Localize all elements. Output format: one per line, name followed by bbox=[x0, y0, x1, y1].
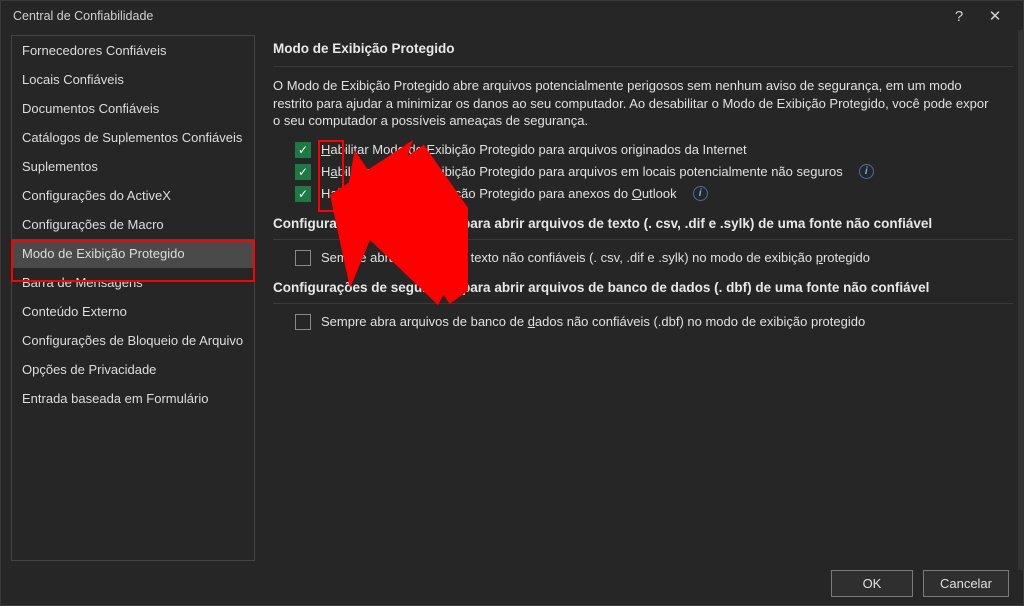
checkbox-checked-icon[interactable] bbox=[295, 142, 311, 158]
checkbox-unchecked-icon[interactable] bbox=[295, 314, 311, 330]
ok-button[interactable]: OK bbox=[831, 570, 913, 597]
db-files-option[interactable]: Sempre abra arquivos de banco de dados n… bbox=[295, 314, 1013, 330]
dialog-body: Fornecedores ConfiáveisLocais Confiáveis… bbox=[1, 31, 1023, 561]
option-label: Habilitar Modo de Exibição Protegido par… bbox=[321, 142, 747, 157]
sidebar-item[interactable]: Documentos Confiáveis bbox=[12, 94, 254, 123]
sidebar: Fornecedores ConfiáveisLocais Confiáveis… bbox=[11, 35, 255, 561]
scrollbar-track[interactable] bbox=[1018, 30, 1024, 570]
protected-view-option[interactable]: Habilitar Modo de Exibição Protegido par… bbox=[295, 142, 1013, 158]
dialog-title: Central de Confiabilidade bbox=[13, 9, 941, 23]
cancel-button[interactable]: Cancelar bbox=[923, 570, 1009, 597]
sidebar-item[interactable]: Modo de Exibição Protegido bbox=[12, 239, 254, 268]
section-description: O Modo de Exibição Protegido abre arquiv… bbox=[273, 77, 993, 130]
divider bbox=[273, 303, 1013, 304]
close-button[interactable]: ✕ bbox=[977, 7, 1013, 25]
section-heading: Modo de Exibição Protegido bbox=[273, 41, 1013, 56]
sidebar-item[interactable]: Opções de Privacidade bbox=[12, 355, 254, 384]
text-files-option-label: Sempre abra arquivos de texto não confiá… bbox=[321, 250, 870, 265]
sidebar-item[interactable]: Entrada baseada em Formulário bbox=[12, 384, 254, 413]
option-label: Habilitar Modo de Exibição Protegido par… bbox=[321, 164, 843, 179]
sidebar-item[interactable]: Conteúdo Externo bbox=[12, 297, 254, 326]
sidebar-item[interactable]: Configurações do ActiveX bbox=[12, 181, 254, 210]
info-icon[interactable] bbox=[693, 186, 708, 201]
db-files-heading: Configurações de segurança para abrir ar… bbox=[273, 280, 1013, 295]
dialog-footer: OK Cancelar bbox=[1, 561, 1023, 605]
sidebar-item[interactable]: Catálogos de Suplementos Confiáveis bbox=[12, 123, 254, 152]
sidebar-item[interactable]: Configurações de Bloqueio de Arquivo bbox=[12, 326, 254, 355]
help-button[interactable]: ? bbox=[941, 8, 977, 25]
checkbox-checked-icon[interactable] bbox=[295, 164, 311, 180]
protected-view-option[interactable]: Habilitar Modo de Exibição Protegido par… bbox=[295, 186, 1013, 202]
sidebar-item[interactable]: Suplementos bbox=[12, 152, 254, 181]
text-files-option[interactable]: Sempre abra arquivos de texto não confiá… bbox=[295, 250, 1013, 266]
protected-view-options: Habilitar Modo de Exibição Protegido par… bbox=[273, 142, 1013, 202]
content-pane: Modo de Exibição Protegido O Modo de Exi… bbox=[273, 35, 1013, 561]
info-icon[interactable] bbox=[859, 164, 874, 179]
titlebar: Central de Confiabilidade ? ✕ bbox=[1, 1, 1023, 31]
checkbox-unchecked-icon[interactable] bbox=[295, 250, 311, 266]
sidebar-item[interactable]: Locais Confiáveis bbox=[12, 65, 254, 94]
db-files-option-label: Sempre abra arquivos de banco de dados n… bbox=[321, 314, 865, 329]
text-files-heading: Configurações de segurança para abrir ar… bbox=[273, 216, 1013, 231]
sidebar-item[interactable]: Configurações de Macro bbox=[12, 210, 254, 239]
trust-center-dialog: Central de Confiabilidade ? ✕ Fornecedor… bbox=[0, 0, 1024, 606]
checkbox-checked-icon[interactable] bbox=[295, 186, 311, 202]
protected-view-option[interactable]: Habilitar Modo de Exibição Protegido par… bbox=[295, 164, 1013, 180]
sidebar-item[interactable]: Barra de Mensagens bbox=[12, 268, 254, 297]
divider bbox=[273, 66, 1013, 67]
sidebar-item[interactable]: Fornecedores Confiáveis bbox=[12, 36, 254, 65]
divider bbox=[273, 239, 1013, 240]
option-label: Habilitar Modo de Exibição Protegido par… bbox=[321, 186, 677, 201]
